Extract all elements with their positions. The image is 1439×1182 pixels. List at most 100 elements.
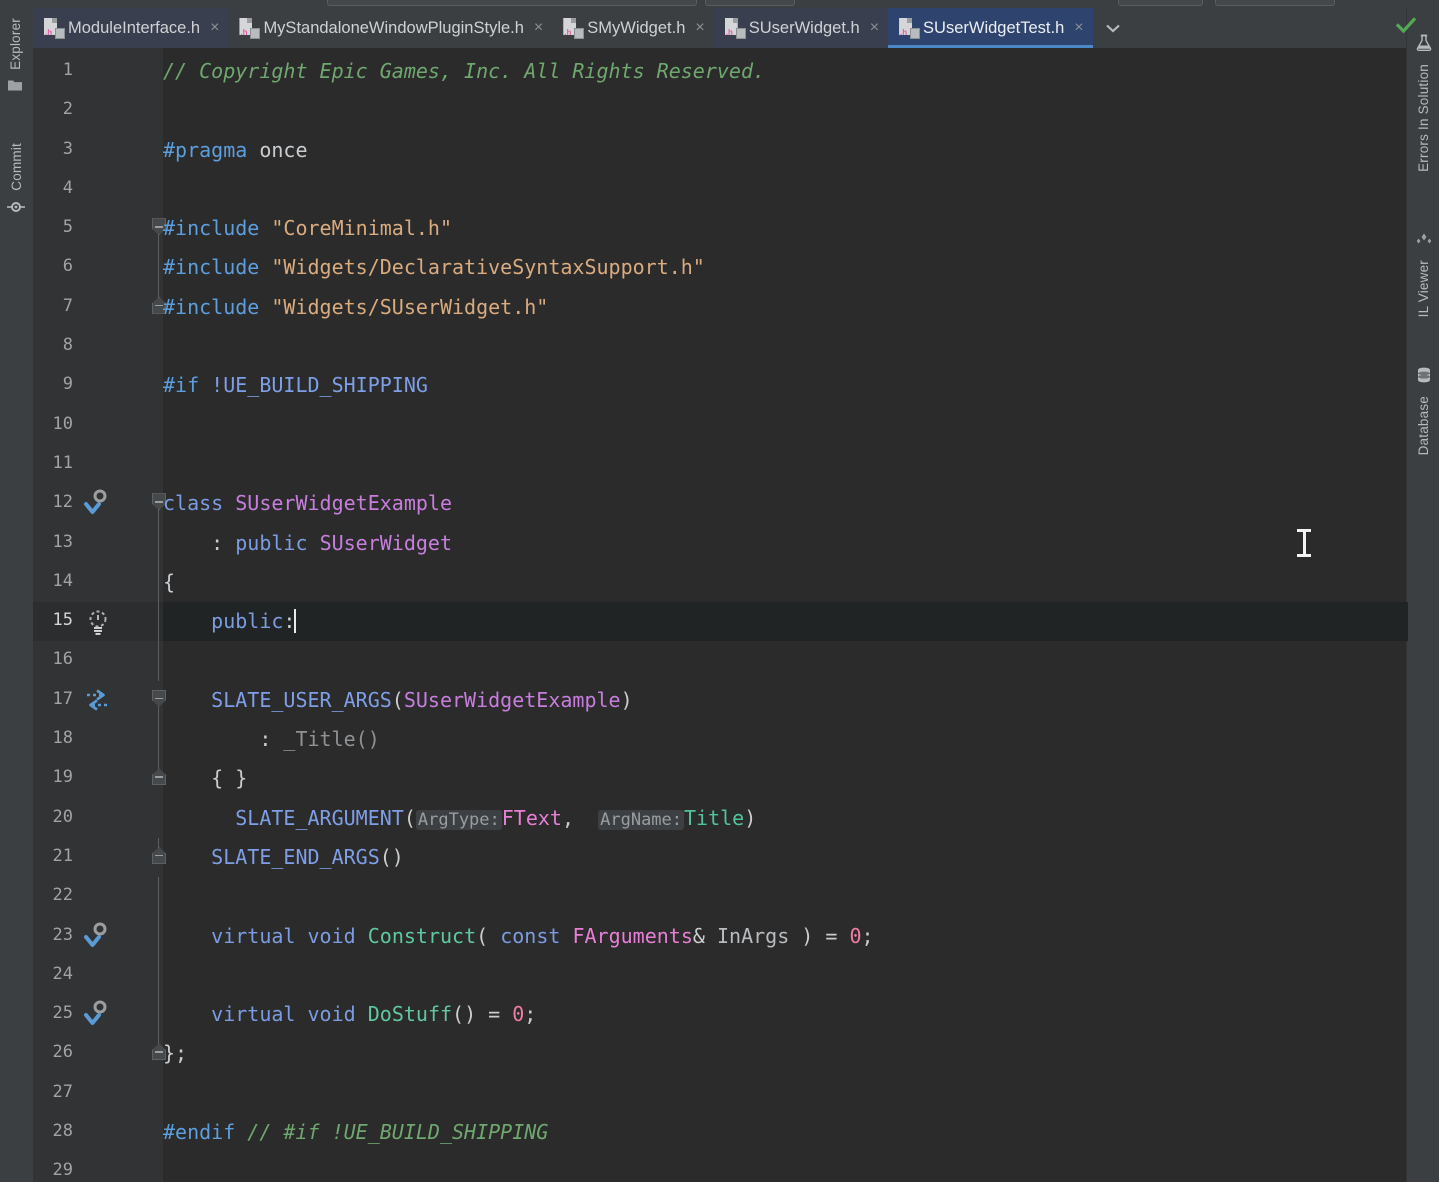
code-line[interactable]: 4 — [33, 170, 1406, 209]
code-line[interactable]: 1 // Copyright Epic Games, Inc. All Righ… — [33, 52, 1406, 91]
token-tail: ) = — [789, 923, 850, 948]
text-caret — [294, 609, 297, 634]
line-number: 17 — [52, 688, 73, 709]
sidebar-item-il-viewer[interactable]: IL Viewer — [1407, 230, 1439, 317]
line-number: 22 — [52, 885, 73, 906]
code-line[interactable]: 2 — [33, 91, 1406, 130]
line-number: 21 — [52, 845, 73, 866]
code-line[interactable]: 18 : _Title() — [33, 720, 1406, 760]
code-line[interactable]: 22 — [33, 877, 1406, 917]
sidebar-item-commit[interactable]: Commit — [7, 143, 25, 220]
code-line-current[interactable]: 15 public: — [33, 602, 1408, 642]
toolbar-piece-3[interactable] — [1118, 0, 1203, 6]
code-line[interactable]: 29 — [33, 1152, 1406, 1182]
token-arg-title: Title — [684, 805, 745, 830]
token-string: "CoreMinimal.h" — [271, 216, 452, 241]
tab-list-dropdown-button[interactable] — [1093, 8, 1133, 48]
inlay-hint-argname: ArgName: — [598, 809, 685, 830]
sidebar-item-label: Database — [1416, 396, 1431, 456]
tab-suserwidgettest[interactable]: .h SUserWidgetTest.h × — [888, 8, 1093, 48]
implemented-members-icon[interactable] — [83, 999, 113, 1031]
line-number: 11 — [52, 452, 73, 473]
tab-smywidget[interactable]: .h SMyWidget.h × — [552, 8, 713, 48]
code-line[interactable]: 27 — [33, 1074, 1406, 1113]
code-editor[interactable]: 1 // Copyright Epic Games, Inc. All Righ… — [33, 48, 1408, 1182]
close-icon[interactable]: × — [210, 20, 219, 36]
token-class-end: }; — [163, 1041, 188, 1066]
chevron-down-icon — [1105, 24, 1120, 33]
line-number: 27 — [52, 1081, 73, 1102]
code-line[interactable]: 23 virtual void Construct( const FArgume… — [33, 916, 1406, 956]
close-icon[interactable]: × — [695, 20, 704, 36]
line-number: 4 — [62, 177, 73, 198]
code-line[interactable]: 12 class SUserWidgetExample — [33, 484, 1406, 525]
token-comment: // Copyright Epic Games, Inc. All Rights… — [163, 59, 766, 83]
token-ampersand: & — [692, 923, 717, 948]
code-line[interactable]: 26 }; — [33, 1034, 1406, 1073]
tab-module-interface[interactable]: .h ModuleInterface.h × — [33, 8, 229, 48]
sidebar-item-explorer[interactable]: Explorer — [7, 18, 23, 97]
close-icon[interactable]: × — [534, 20, 543, 36]
code-line[interactable]: 20 SLATE_ARGUMENT(ArgType: FText, ArgName… — [33, 799, 1406, 838]
tab-label: MyStandaloneWindowPluginStyle.h — [263, 18, 524, 37]
code-line[interactable]: 16 — [33, 641, 1406, 681]
swap-arrows-icon[interactable] — [83, 685, 113, 717]
token-number: 0 — [849, 923, 862, 948]
sidebar-item-database[interactable]: Database — [1407, 366, 1439, 455]
code-line[interactable]: 17 SLATE_USER_ARGS(SUserWidgetExample) — [33, 681, 1406, 721]
code-line[interactable]: 5 #include "CoreMinimal.h" — [33, 209, 1406, 250]
code-line[interactable]: 9 #if !UE_BUILD_SHIPPING — [33, 366, 1406, 405]
code-line[interactable]: 19 { } — [33, 759, 1406, 798]
token-semicolon: ; — [861, 923, 874, 948]
token-once: once — [259, 137, 308, 162]
status-badge-analysis-ok[interactable] — [1395, 14, 1417, 36]
token-number: 0 — [512, 1002, 525, 1027]
line-number: 16 — [52, 649, 73, 670]
implemented-members-icon[interactable] — [83, 488, 113, 520]
tab-label: SUserWidget.h — [748, 18, 860, 37]
token-macro: SLATE_ARGUMENT — [235, 805, 404, 830]
line-number: 3 — [62, 138, 73, 159]
line-number: 2 — [62, 99, 73, 120]
token-param: InArgs — [716, 923, 790, 948]
line-number: 18 — [52, 728, 73, 749]
line-number: 19 — [52, 767, 73, 788]
line-number: 15 — [52, 610, 73, 631]
code-line[interactable]: 7 #include "Widgets/SUserWidget.h" — [33, 287, 1406, 327]
ide-window: Explorer Commit Errors In Solution IL Vi… — [0, 0, 1439, 1182]
close-icon[interactable]: × — [870, 20, 879, 36]
code-line[interactable]: 3 #pragma once — [33, 131, 1406, 170]
code-line[interactable]: 25 virtual void DoStuff() = 0; — [33, 995, 1406, 1035]
line-number: 28 — [52, 1121, 73, 1142]
code-line[interactable]: 21 SLATE_END_ARGS() — [33, 837, 1406, 877]
code-line[interactable]: 13 : public SUserWidget — [33, 523, 1406, 563]
line-number: 29 — [52, 1160, 73, 1181]
token-comma: , — [561, 805, 587, 830]
token-colon: : — [259, 727, 284, 752]
tab-label: ModuleInterface.h — [68, 18, 201, 37]
toolbar-piece-2[interactable] — [705, 0, 795, 6]
lightbulb-intention-icon[interactable] — [83, 606, 113, 638]
code-line[interactable]: 24 — [33, 955, 1406, 996]
line-number: 5 — [62, 217, 73, 238]
implemented-members-icon[interactable] — [83, 921, 113, 953]
mouse-cursor-ibeam — [1297, 529, 1311, 557]
tab-my-standalone-window-plugin-style[interactable]: .h MyStandaloneWindowPluginStyle.h × — [228, 8, 552, 48]
toolbar-piece-4[interactable] — [1215, 0, 1335, 6]
line-number: 25 — [52, 1003, 73, 1024]
token-macro: SLATE_END_ARGS — [211, 844, 380, 869]
sidebar-item-errors-in-solution[interactable]: Errors In Solution — [1407, 34, 1439, 172]
code-line[interactable]: 14 { — [33, 562, 1406, 603]
code-line[interactable]: 28 #endif // #if !UE_BUILD_SHIPPING — [33, 1113, 1406, 1152]
code-line[interactable]: 6 #include "Widgets/DeclarativeSyntaxSup… — [33, 248, 1406, 288]
toolbar-piece-1[interactable] — [327, 0, 697, 6]
tab-label: SUserWidgetTest.h — [923, 18, 1065, 37]
token-preprocessor: #pragma — [163, 137, 248, 162]
tab-suserwidget[interactable]: .h SUserWidget.h × — [713, 8, 889, 48]
header-file-icon: .h — [44, 18, 65, 39]
code-line[interactable]: 11 — [33, 445, 1406, 484]
close-icon[interactable]: × — [1074, 20, 1083, 36]
token-string: "Widgets/SUserWidget.h" — [271, 294, 549, 319]
code-line[interactable]: 10 — [33, 406, 1406, 445]
code-line[interactable]: 8 — [33, 327, 1406, 366]
